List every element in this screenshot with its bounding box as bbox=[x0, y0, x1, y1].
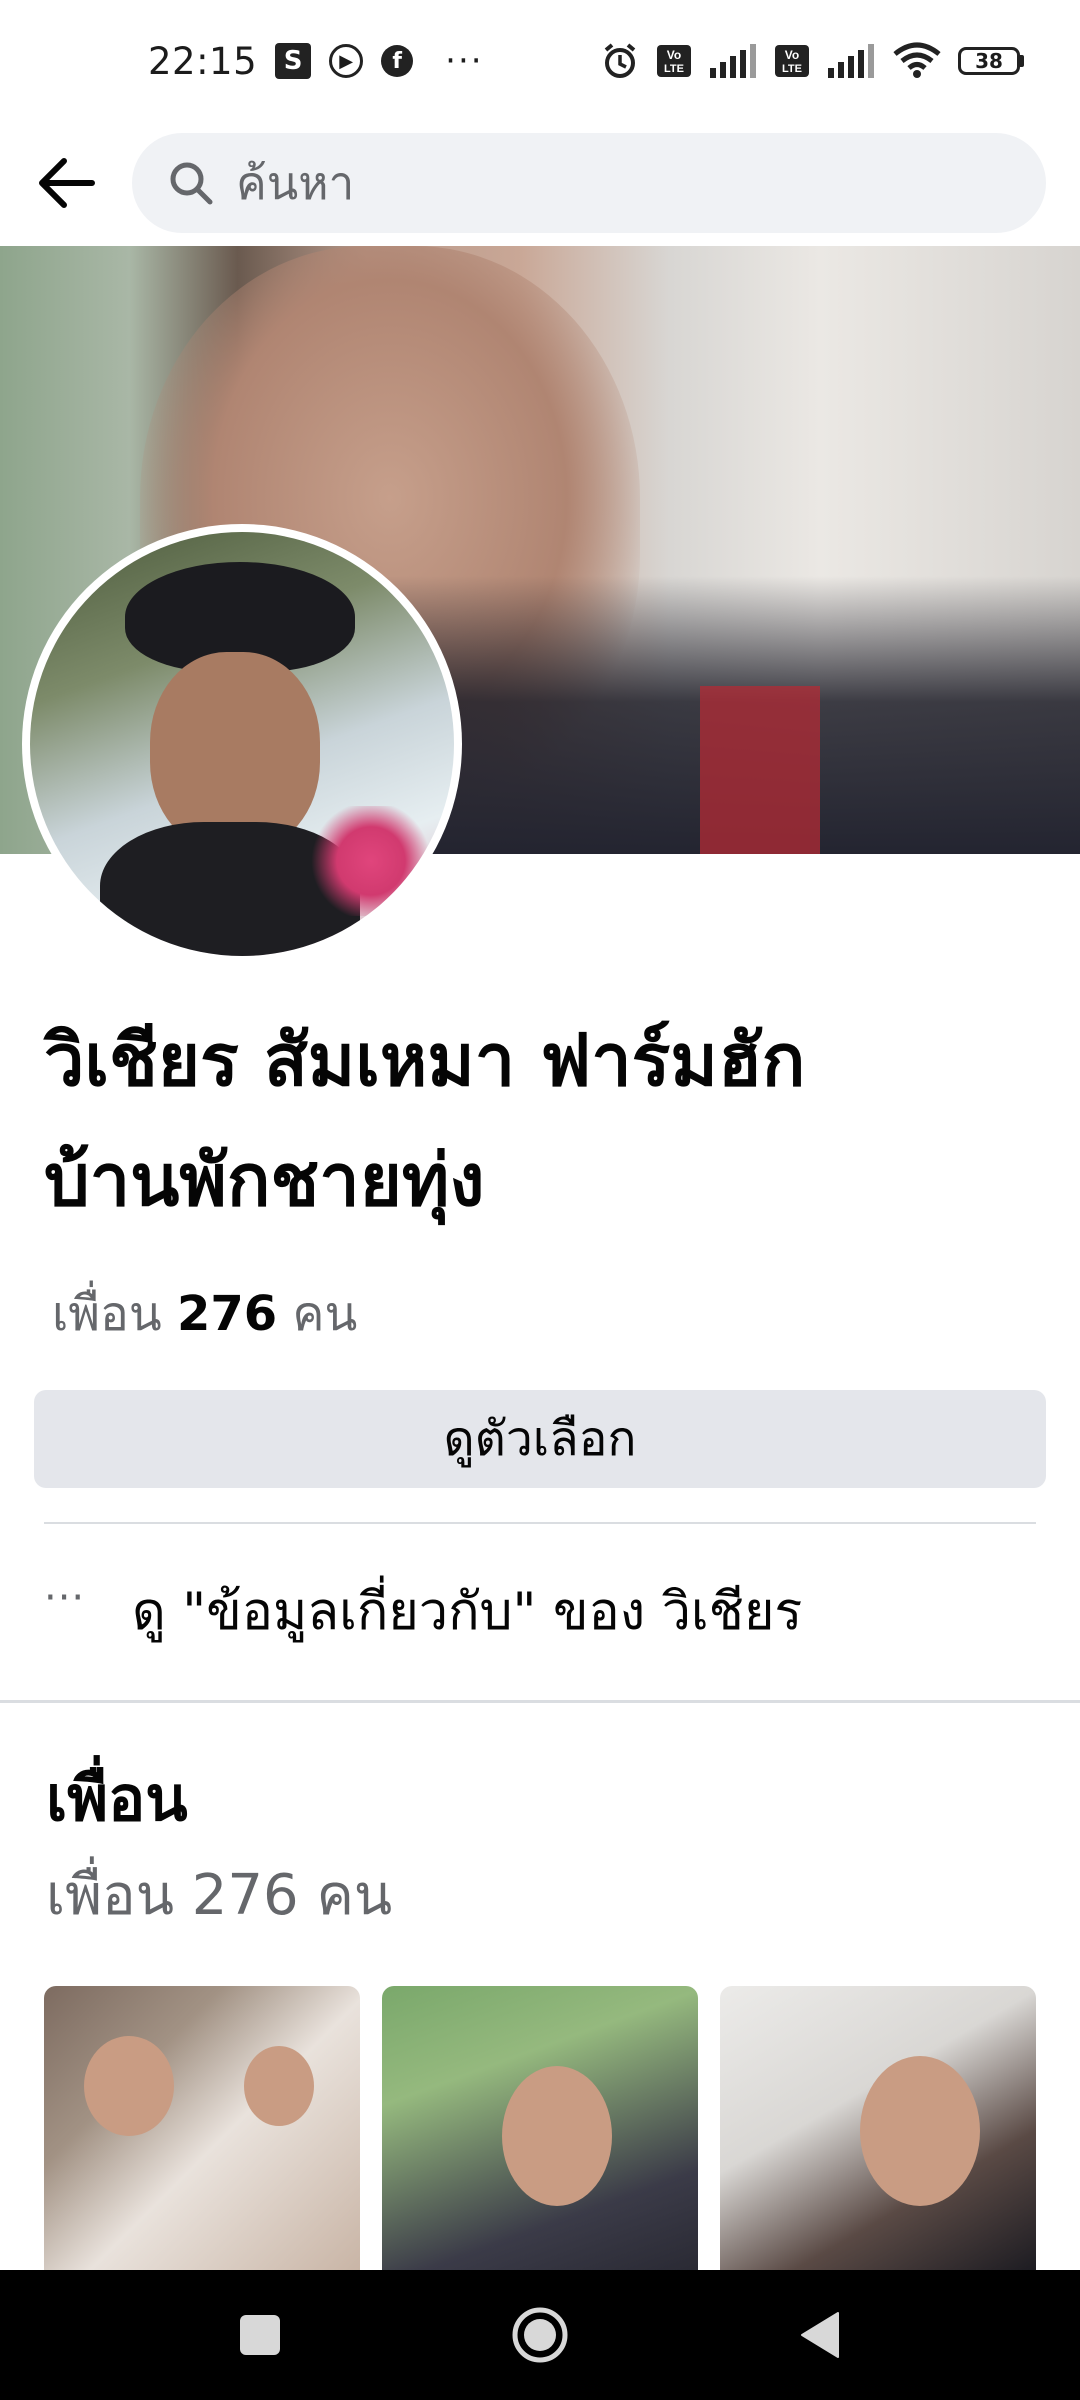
friends-count-suffix: คน bbox=[292, 1286, 358, 1342]
home-button[interactable] bbox=[505, 2300, 575, 2370]
triangle-back-icon bbox=[801, 2312, 839, 2358]
back-nav-button[interactable] bbox=[785, 2300, 855, 2370]
about-link-text: ดู "ข้อมูลเกี่ยวกับ" ของ วิเชียร bbox=[132, 1581, 803, 1642]
volte-icon: Vo LTE bbox=[775, 45, 809, 77]
friends-count-prefix: เพื่อน bbox=[52, 1286, 162, 1342]
home-circle-icon bbox=[512, 2307, 568, 2363]
svg-text:Vo: Vo bbox=[667, 48, 681, 62]
signal-icon bbox=[828, 44, 874, 78]
status-bar: 22:15 S ▶ f ··· Vo LTE Vo LTE 38 bbox=[0, 0, 1080, 122]
facebook-notification-icon: f bbox=[381, 45, 414, 77]
svg-text:Vo: Vo bbox=[785, 48, 799, 62]
profile-name-line-1: วิเชียร สัมเหมา ฟาร์มฮัก bbox=[44, 1018, 806, 1102]
status-time: 22:15 bbox=[148, 39, 258, 83]
profile-name-line-2: บ้านพักชายทุ่ง bbox=[44, 1138, 485, 1222]
friends-section-title[interactable]: เพื่อน bbox=[46, 1750, 188, 1848]
system-navigation-bar bbox=[0, 2270, 1080, 2400]
search-input[interactable]: ค้นหา bbox=[132, 133, 1046, 233]
view-options-button[interactable]: ดูตัวเลือก bbox=[34, 1390, 1046, 1488]
profile-picture[interactable] bbox=[22, 524, 462, 964]
back-arrow-icon bbox=[39, 158, 95, 208]
divider bbox=[44, 1522, 1036, 1524]
more-notifications-icon: ··· bbox=[445, 41, 484, 81]
alarm-icon bbox=[604, 43, 636, 78]
search-header: ค้นหา bbox=[0, 122, 1080, 244]
profile-name: วิเชียร สัมเหมา ฟาร์มฮัก บ้านพักชายทุ่ง bbox=[44, 1000, 1044, 1240]
status-left: 22:15 S ▶ f ··· bbox=[148, 40, 484, 83]
svg-text:LTE: LTE bbox=[782, 63, 802, 75]
friend-thumbnail[interactable] bbox=[382, 1986, 698, 2270]
search-placeholder: ค้นหา bbox=[236, 155, 355, 210]
friends-section-subtitle: เพื่อน 276 คน bbox=[46, 1863, 393, 1928]
s-app-notification-icon: S bbox=[275, 43, 312, 79]
battery-icon: 38 bbox=[958, 47, 1024, 75]
play-notification-icon: ▶ bbox=[329, 44, 364, 78]
svg-text:LTE: LTE bbox=[664, 63, 684, 75]
recents-button[interactable] bbox=[225, 2300, 295, 2370]
wifi-icon bbox=[893, 42, 941, 78]
about-link-row[interactable]: ··· ดู "ข้อมูลเกี่ยวกับ" ของ วิเชียร bbox=[44, 1560, 1036, 1660]
avatar bbox=[30, 532, 454, 956]
friends-count[interactable]: เพื่อน 276 คน bbox=[52, 1276, 357, 1352]
friend-thumbnail[interactable] bbox=[44, 1986, 360, 2270]
square-icon bbox=[240, 2315, 280, 2355]
battery-level: 38 bbox=[958, 47, 1020, 75]
section-divider bbox=[0, 1700, 1080, 1703]
volte-icon: Vo LTE bbox=[657, 45, 691, 77]
back-button[interactable] bbox=[34, 151, 98, 215]
signal-icon bbox=[710, 44, 756, 78]
status-right: Vo LTE Vo LTE 38 bbox=[600, 41, 1024, 81]
more-dots-icon: ··· bbox=[44, 1575, 86, 1621]
search-icon bbox=[170, 162, 213, 205]
friends-count-number: 276 bbox=[176, 1286, 278, 1342]
friend-thumbnail[interactable] bbox=[720, 1986, 1036, 2270]
